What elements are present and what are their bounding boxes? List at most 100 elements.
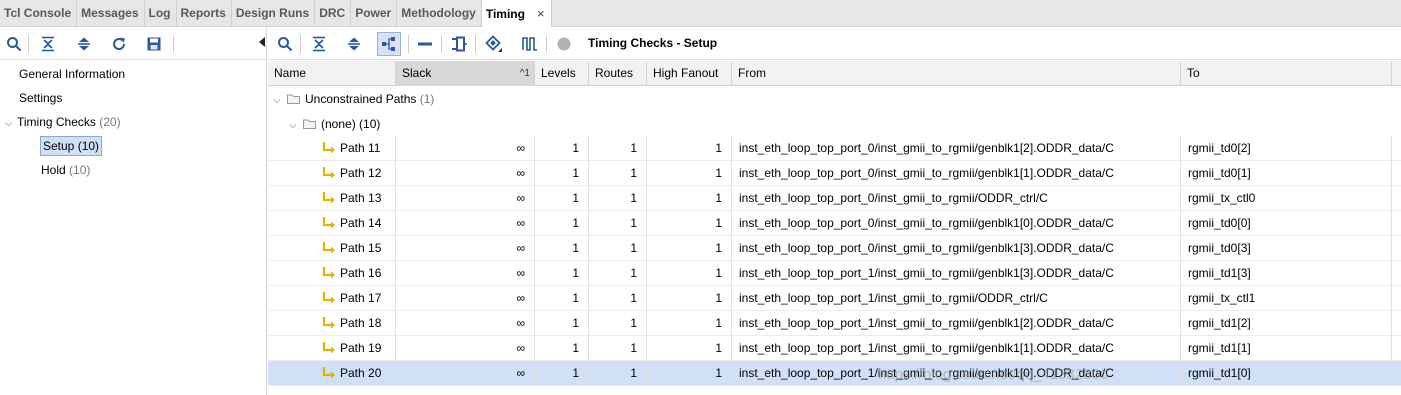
tab-drc[interactable]: DRC bbox=[315, 0, 352, 26]
cell-to: rgmii_td1[1] bbox=[1181, 336, 1392, 361]
table-row[interactable]: Path 13 ∞ 1 1 1 inst_eth_loop_top_port_0/inst… bbox=[268, 186, 1401, 211]
column-header-high-fanout[interactable]: High Fanout bbox=[647, 61, 732, 86]
search-icon[interactable] bbox=[276, 35, 294, 53]
right-toolbar: Timing Checks - Setup bbox=[268, 27, 1401, 60]
search-icon[interactable] bbox=[5, 35, 23, 53]
tree-item-label: General Information bbox=[19, 67, 126, 81]
tab-log[interactable]: Log bbox=[145, 0, 177, 26]
tree-item-label: Settings bbox=[19, 91, 63, 105]
table-row[interactable]: Path 20 ∞ 1 1 1 inst_eth_loop_top_port_1/inst… bbox=[268, 361, 1401, 386]
tree-item-settings[interactable]: Settings bbox=[19, 87, 62, 109]
left-toolbar bbox=[0, 27, 267, 60]
highlight-icon[interactable] bbox=[485, 35, 503, 53]
cell-levels: 1 bbox=[535, 161, 589, 186]
tree-item-count: (20) bbox=[99, 115, 121, 129]
group-row-none[interactable]: ⌵ (none) (10) bbox=[289, 112, 380, 137]
path-name: Path 11 bbox=[340, 141, 381, 155]
cell-routes: 1 bbox=[589, 361, 647, 386]
timing-path-icon bbox=[322, 267, 335, 279]
collapse-pane-arrow-icon[interactable] bbox=[259, 37, 265, 47]
cell-fanout: 1 bbox=[647, 236, 732, 261]
collapse-all-icon[interactable] bbox=[39, 35, 57, 53]
cell-routes: 1 bbox=[589, 161, 647, 186]
tab-power[interactable]: Power bbox=[351, 0, 398, 26]
tab-messages[interactable]: Messages bbox=[77, 0, 145, 26]
tab-methodology[interactable]: Methodology bbox=[397, 0, 482, 26]
cell-to: rgmii_td1[0] bbox=[1181, 361, 1392, 386]
tab-design-runs[interactable]: Design Runs bbox=[232, 0, 316, 26]
table-row[interactable]: Path 16 ∞ 1 1 1 inst_eth_loop_top_port_1/inst… bbox=[268, 261, 1401, 286]
cell-levels: 1 bbox=[535, 336, 589, 361]
chevron-down-icon[interactable]: ⌵ bbox=[273, 88, 285, 113]
timing-path-icon bbox=[322, 217, 335, 229]
expand-all-icon[interactable] bbox=[345, 35, 363, 53]
tree-item-timing-checks[interactable]: ⌵ Timing Checks (20) bbox=[5, 111, 121, 133]
cell-slack: ∞ bbox=[396, 361, 535, 386]
column-header-routes[interactable]: Routes bbox=[589, 61, 647, 86]
cell-slack: ∞ bbox=[396, 236, 535, 261]
chevron-down-icon[interactable]: ⌵ bbox=[289, 113, 301, 138]
refresh-icon[interactable] bbox=[110, 35, 128, 53]
cell-routes: 1 bbox=[589, 311, 647, 336]
column-header-slack[interactable]: Slack ^1 bbox=[396, 61, 535, 86]
table-row[interactable]: Path 18 ∞ 1 1 1 inst_eth_loop_top_port_1/inst… bbox=[268, 311, 1401, 336]
cell-levels: 1 bbox=[535, 361, 589, 386]
column-header-name[interactable]: Name bbox=[268, 61, 396, 86]
waveform-icon[interactable] bbox=[521, 35, 539, 53]
tree-item-setup[interactable]: Setup (10) bbox=[40, 135, 103, 157]
cell-name: Path 19 bbox=[268, 336, 396, 361]
group-label: Unconstrained Paths bbox=[305, 92, 417, 106]
table-row[interactable]: Path 11 ∞ 1 1 1 inst_eth_loop_top_port_0/inst… bbox=[268, 136, 1401, 161]
cell-routes: 1 bbox=[589, 186, 647, 211]
expand-all-icon[interactable] bbox=[75, 35, 93, 53]
cell-name: Path 12 bbox=[268, 161, 396, 186]
column-header-levels[interactable]: Levels bbox=[535, 61, 589, 86]
collapse-all-icon[interactable] bbox=[310, 35, 328, 53]
hierarchy-icon[interactable] bbox=[377, 32, 401, 56]
column-header-to[interactable]: To bbox=[1181, 61, 1392, 86]
folder-icon bbox=[303, 119, 316, 129]
cell-to: rgmii_td0[1] bbox=[1181, 161, 1392, 186]
cell-slack: ∞ bbox=[396, 136, 535, 161]
table-row[interactable]: Path 17 ∞ 1 1 1 inst_eth_loop_top_port_1/inst… bbox=[268, 286, 1401, 311]
close-icon[interactable]: × bbox=[537, 6, 545, 21]
cell-fanout: 1 bbox=[647, 311, 732, 336]
cell-levels: 1 bbox=[535, 311, 589, 336]
chevron-down-icon[interactable]: ⌵ bbox=[5, 113, 17, 135]
cell-name: Path 20 bbox=[268, 361, 396, 386]
group-row-unconstrained-paths[interactable]: ⌵ Unconstrained Paths (1) bbox=[273, 87, 434, 112]
tab-tcl-console[interactable]: Tcl Console bbox=[0, 0, 78, 26]
cell-levels: 1 bbox=[535, 211, 589, 236]
cell-from: inst_eth_loop_top_port_1/inst_gmii_to_rg… bbox=[732, 286, 1181, 311]
table-row[interactable]: Path 12 ∞ 1 1 1 inst_eth_loop_top_port_0/inst… bbox=[268, 161, 1401, 186]
cell-slack: ∞ bbox=[396, 336, 535, 361]
tab-reports[interactable]: Reports bbox=[177, 0, 232, 26]
status-circle-icon[interactable] bbox=[555, 35, 573, 53]
watermark: https://blog.csdn.net/qq_41332806 bbox=[878, 366, 1109, 383]
table-row[interactable]: Path 19 ∞ 1 1 1 inst_eth_loop_top_port_1/inst… bbox=[268, 336, 1401, 361]
table-row[interactable]: Path 14 ∞ 1 1 1 inst_eth_loop_top_port_0/inst… bbox=[268, 211, 1401, 236]
group-count: (1) bbox=[419, 92, 435, 106]
timing-path-icon bbox=[322, 292, 335, 304]
schematic-icon[interactable] bbox=[450, 35, 468, 53]
minus-icon[interactable] bbox=[416, 35, 434, 53]
column-header-label: Routes bbox=[595, 66, 634, 80]
tree-item-hold[interactable]: Hold (10) bbox=[41, 159, 90, 181]
panel-tab-bar: Tcl Console Messages Log Reports Design … bbox=[0, 0, 1401, 27]
tree-item-general-information[interactable]: General Information bbox=[19, 63, 125, 85]
column-header-from[interactable]: From bbox=[732, 61, 1181, 86]
path-name: Path 16 bbox=[340, 266, 382, 280]
save-icon[interactable] bbox=[145, 35, 163, 53]
table-row[interactable]: Path 15 ∞ 1 1 1 inst_eth_loop_top_port_0/inst… bbox=[268, 236, 1401, 261]
timing-results-pane: Timing Checks - Setup Name Slack ^1 Leve… bbox=[268, 27, 1401, 395]
tab-timing[interactable]: Timing × bbox=[481, 0, 552, 27]
cell-fanout: 1 bbox=[647, 286, 732, 311]
cell-to: rgmii_td1[3] bbox=[1181, 261, 1392, 286]
cell-from: inst_eth_loop_top_port_1/inst_gmii_to_rg… bbox=[732, 336, 1181, 361]
cell-name: Path 14 bbox=[268, 211, 396, 236]
path-name: Path 12 bbox=[340, 166, 382, 180]
cell-to: rgmii_td1[2] bbox=[1181, 311, 1392, 336]
cell-fanout: 1 bbox=[647, 336, 732, 361]
timing-path-icon bbox=[322, 242, 335, 254]
tree-item-count: (10) bbox=[69, 163, 91, 177]
